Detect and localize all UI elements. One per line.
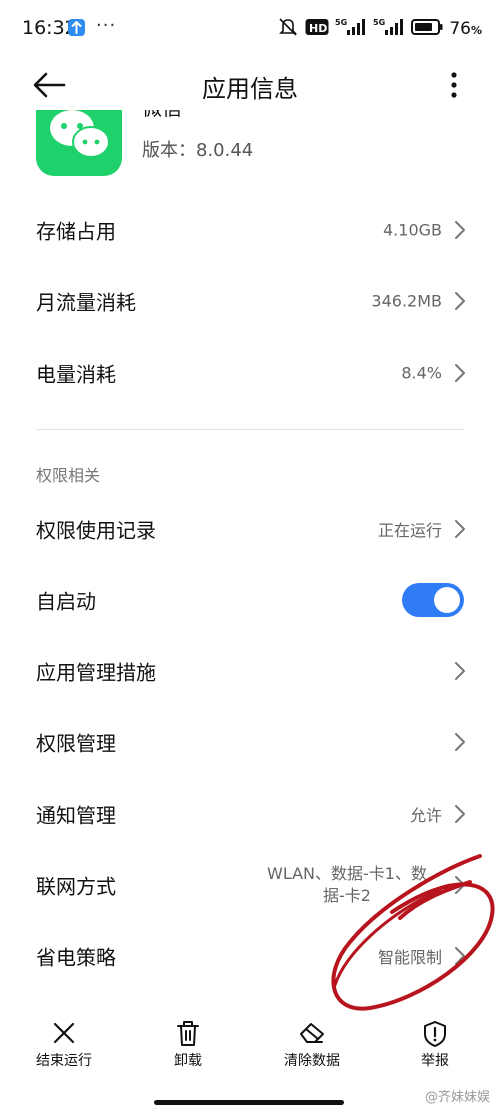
shield-alert-icon: [424, 1021, 446, 1047]
battery-icon: [411, 18, 443, 40]
auto-start-toggle[interactable]: [402, 583, 464, 617]
bottom-item-label: 清除数据: [284, 1053, 340, 1069]
row-monthly-traffic[interactable]: 月流量消耗 346.2MB: [0, 266, 500, 336]
row-battery-usage[interactable]: 电量消耗 8.4%: [0, 338, 500, 408]
chevron-right-icon: [454, 363, 466, 383]
row-value: WLAN、数据-卡1、数 据-卡2: [252, 863, 442, 907]
row-value: 8.4%: [401, 363, 442, 383]
row-auto-start: 自启动: [0, 565, 500, 635]
signal-icon-2: 5G: [373, 17, 405, 41]
home-indicator[interactable]: [154, 1100, 344, 1105]
uninstall-button[interactable]: 卸载: [133, 1010, 243, 1080]
row-value-line1: WLAN、数据-卡1、数: [267, 864, 427, 883]
row-label: 应用管理措施: [36, 660, 156, 685]
row-permission-management[interactable]: 权限管理: [0, 707, 500, 777]
row-label: 权限使用记录: [36, 518, 156, 543]
row-label: 联网方式: [36, 874, 116, 899]
force-stop-button[interactable]: 结束运行: [9, 1010, 119, 1080]
notification-more-icon: ···: [96, 15, 117, 36]
row-value: 正在运行: [377, 521, 442, 540]
clear-data-button[interactable]: 清除数据: [257, 1010, 367, 1080]
row-label: 月流量消耗: [36, 290, 136, 315]
close-icon: [53, 1022, 75, 1044]
row-label: 权限管理: [36, 731, 116, 756]
bottom-item-label: 结束运行: [36, 1053, 92, 1069]
row-permission-usage-record[interactable]: 权限使用记录 正在运行: [0, 494, 500, 564]
row-label: 电量消耗: [36, 362, 116, 387]
row-value: 4.10GB: [383, 220, 442, 240]
more-vertical-icon[interactable]: [442, 70, 466, 100]
row-label: 通知管理: [36, 803, 116, 828]
row-label: 省电策略: [36, 945, 116, 970]
bottom-item-label: 卸载: [174, 1053, 202, 1069]
chevron-right-icon: [454, 220, 466, 240]
mute-icon: [277, 17, 299, 41]
hd-badge: HD: [305, 18, 329, 40]
row-network-mode[interactable]: 联网方式 WLAN、数据-卡1、数 据-卡2: [0, 850, 500, 920]
wechat-app-icon: [36, 110, 122, 176]
report-button[interactable]: 举报: [380, 1010, 490, 1080]
battery-level: 76%: [449, 19, 482, 39]
row-value: 346.2MB: [371, 291, 442, 311]
toggle-knob: [434, 587, 460, 613]
upload-badge-icon: [68, 19, 85, 36]
chevron-right-icon: [454, 661, 466, 681]
status-bar: 16:32 ··· HD 5G 5G 76%: [0, 0, 500, 60]
row-value: 智能限制: [377, 948, 442, 967]
chevron-right-icon: [454, 732, 466, 752]
status-icons: HD 5G 5G 76%: [277, 18, 482, 40]
app-bar: 应用信息: [0, 60, 500, 110]
chevron-right-icon: [454, 946, 466, 966]
app-name: 微信: [142, 110, 182, 121]
chevron-right-icon: [454, 875, 466, 895]
row-notification-management[interactable]: 通知管理 允许: [0, 779, 500, 849]
row-label: 自启动: [36, 589, 96, 614]
section-divider: [36, 429, 464, 430]
chevron-right-icon: [454, 291, 466, 311]
app-version: 版本：8.0.44: [142, 140, 254, 161]
svg-text:5G: 5G: [373, 18, 385, 27]
svg-text:HD: HD: [309, 22, 327, 35]
bottom-action-bar: 结束运行 卸载 清除数据 举报: [0, 1010, 500, 1080]
bottom-item-label: 举报: [421, 1053, 449, 1069]
row-label: 存储占用: [36, 219, 116, 244]
eraser-icon: [300, 1023, 324, 1043]
svg-text:5G: 5G: [335, 18, 347, 27]
page-title: 应用信息: [202, 75, 298, 103]
row-value-line2: 据-卡2: [323, 886, 371, 905]
signal-icon: 5G: [335, 17, 367, 41]
watermark: @齐妹妹娱: [424, 1090, 490, 1105]
row-storage[interactable]: 存储占用 4.10GB: [0, 195, 500, 265]
row-app-management[interactable]: 应用管理措施: [0, 636, 500, 706]
section-title: 权限相关: [36, 466, 101, 485]
chevron-right-icon: [454, 519, 466, 539]
chevron-right-icon: [454, 804, 466, 824]
row-power-saving[interactable]: 省电策略 智能限制: [0, 921, 500, 991]
app-header: 微信 版本：8.0.44: [0, 110, 500, 176]
trash-icon: [177, 1021, 199, 1046]
row-value: 允许: [409, 806, 442, 825]
